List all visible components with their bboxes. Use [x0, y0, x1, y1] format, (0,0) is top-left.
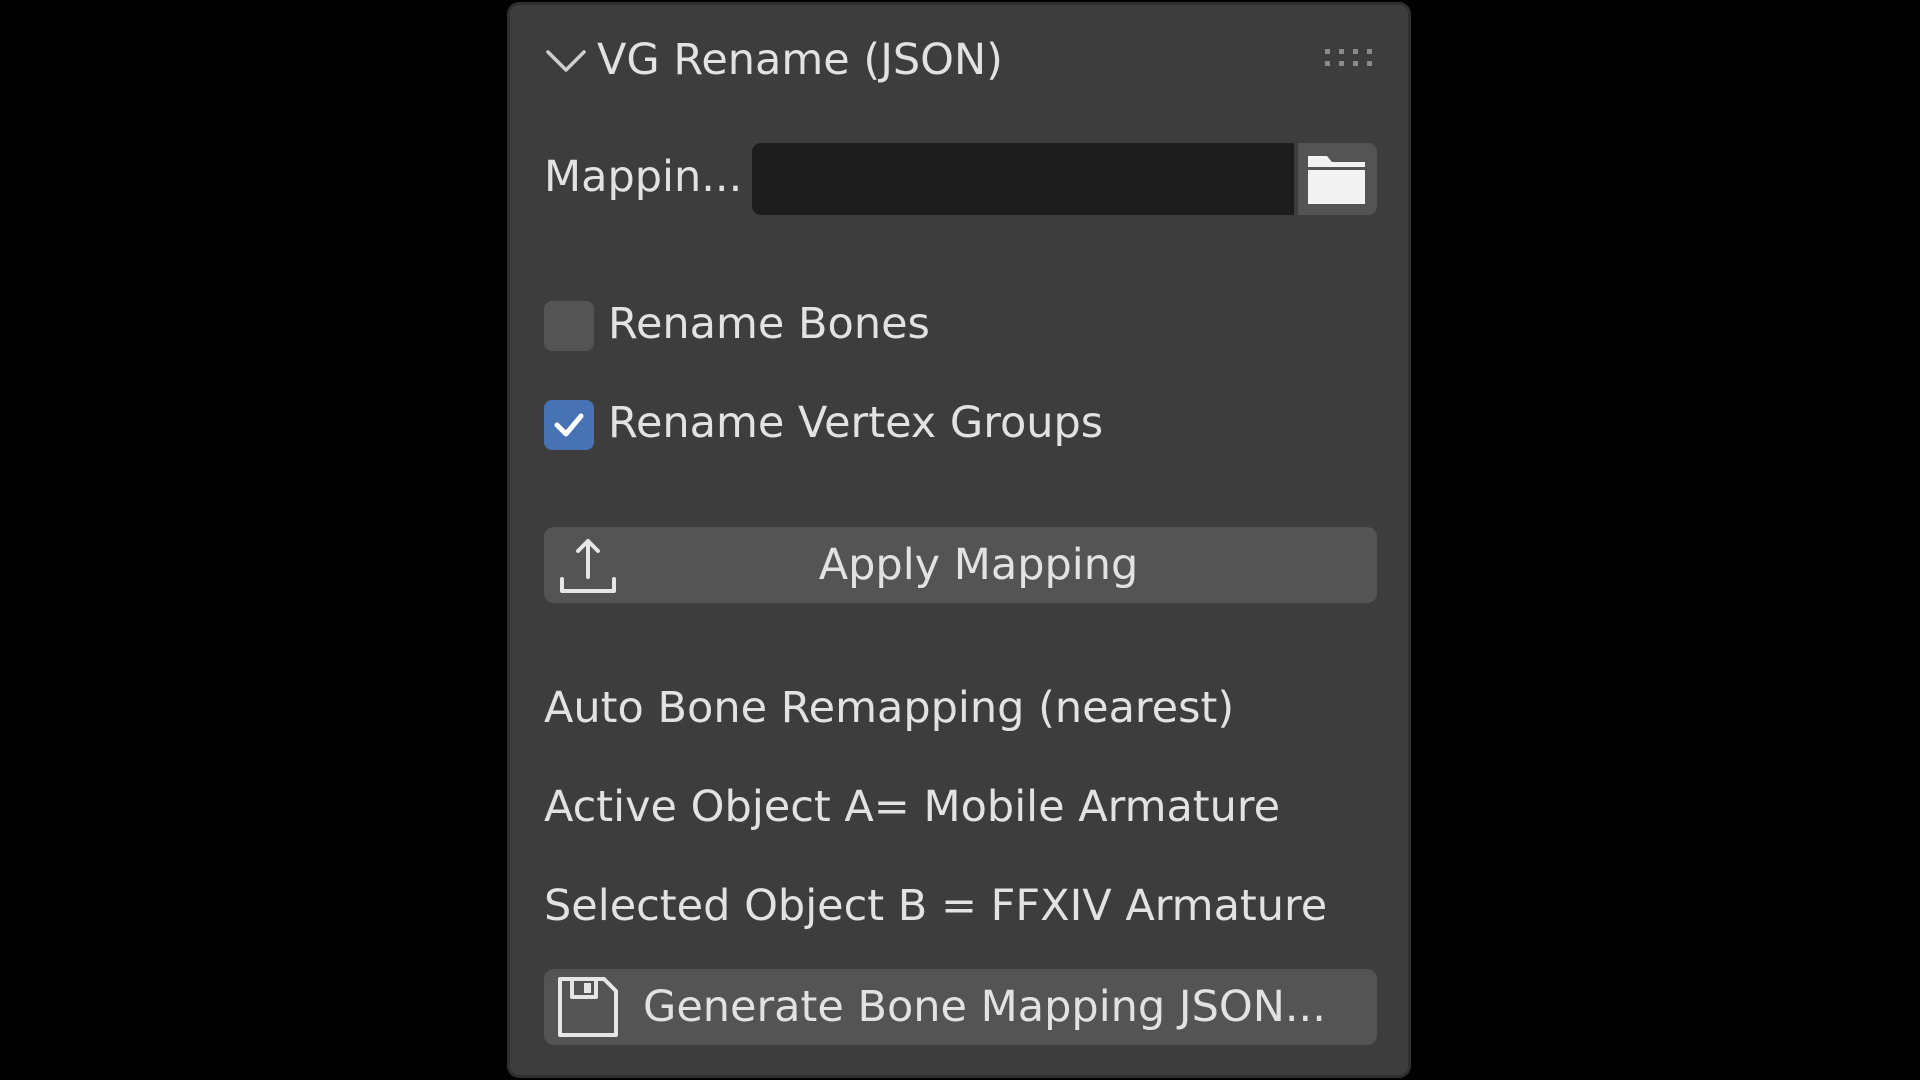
- drag-handle-icon[interactable]: [1325, 47, 1375, 69]
- chevron-down-icon[interactable]: [544, 39, 588, 83]
- rename-bones-label[interactable]: Rename Bones: [608, 294, 930, 354]
- apply-mapping-label: Apply Mapping: [818, 540, 1139, 590]
- checkmark-icon: [554, 413, 584, 437]
- mapping-file-label: Mappin...: [544, 152, 743, 202]
- rename-vertex-groups-checkbox[interactable]: [544, 400, 594, 450]
- active-object-info: Active Object A= Mobile Armature: [544, 782, 1281, 832]
- folder-icon: [1308, 156, 1365, 204]
- apply-mapping-button[interactable]: Apply Mapping: [544, 527, 1377, 603]
- generate-bone-mapping-button[interactable]: Generate Bone Mapping JSON...: [544, 969, 1377, 1045]
- panel-header[interactable]: VG Rename (JSON): [510, 5, 1408, 115]
- rename-bones-checkbox[interactable]: [544, 301, 594, 351]
- mapping-file-path-input[interactable]: [752, 143, 1294, 215]
- vg-rename-panel: VG Rename (JSON) Mappin... Rename Bones …: [507, 2, 1411, 1078]
- browse-file-button[interactable]: [1298, 143, 1377, 215]
- panel-title: VG Rename (JSON): [597, 35, 1003, 85]
- rename-vertex-groups-label[interactable]: Rename Vertex Groups: [608, 393, 1103, 453]
- generate-bone-mapping-label: Generate Bone Mapping JSON...: [643, 982, 1326, 1032]
- floppy-disk-icon: [558, 977, 618, 1037]
- auto-remap-section-title: Auto Bone Remapping (nearest): [544, 683, 1235, 733]
- selected-object-info: Selected Object B = FFXIV Armature: [544, 881, 1328, 931]
